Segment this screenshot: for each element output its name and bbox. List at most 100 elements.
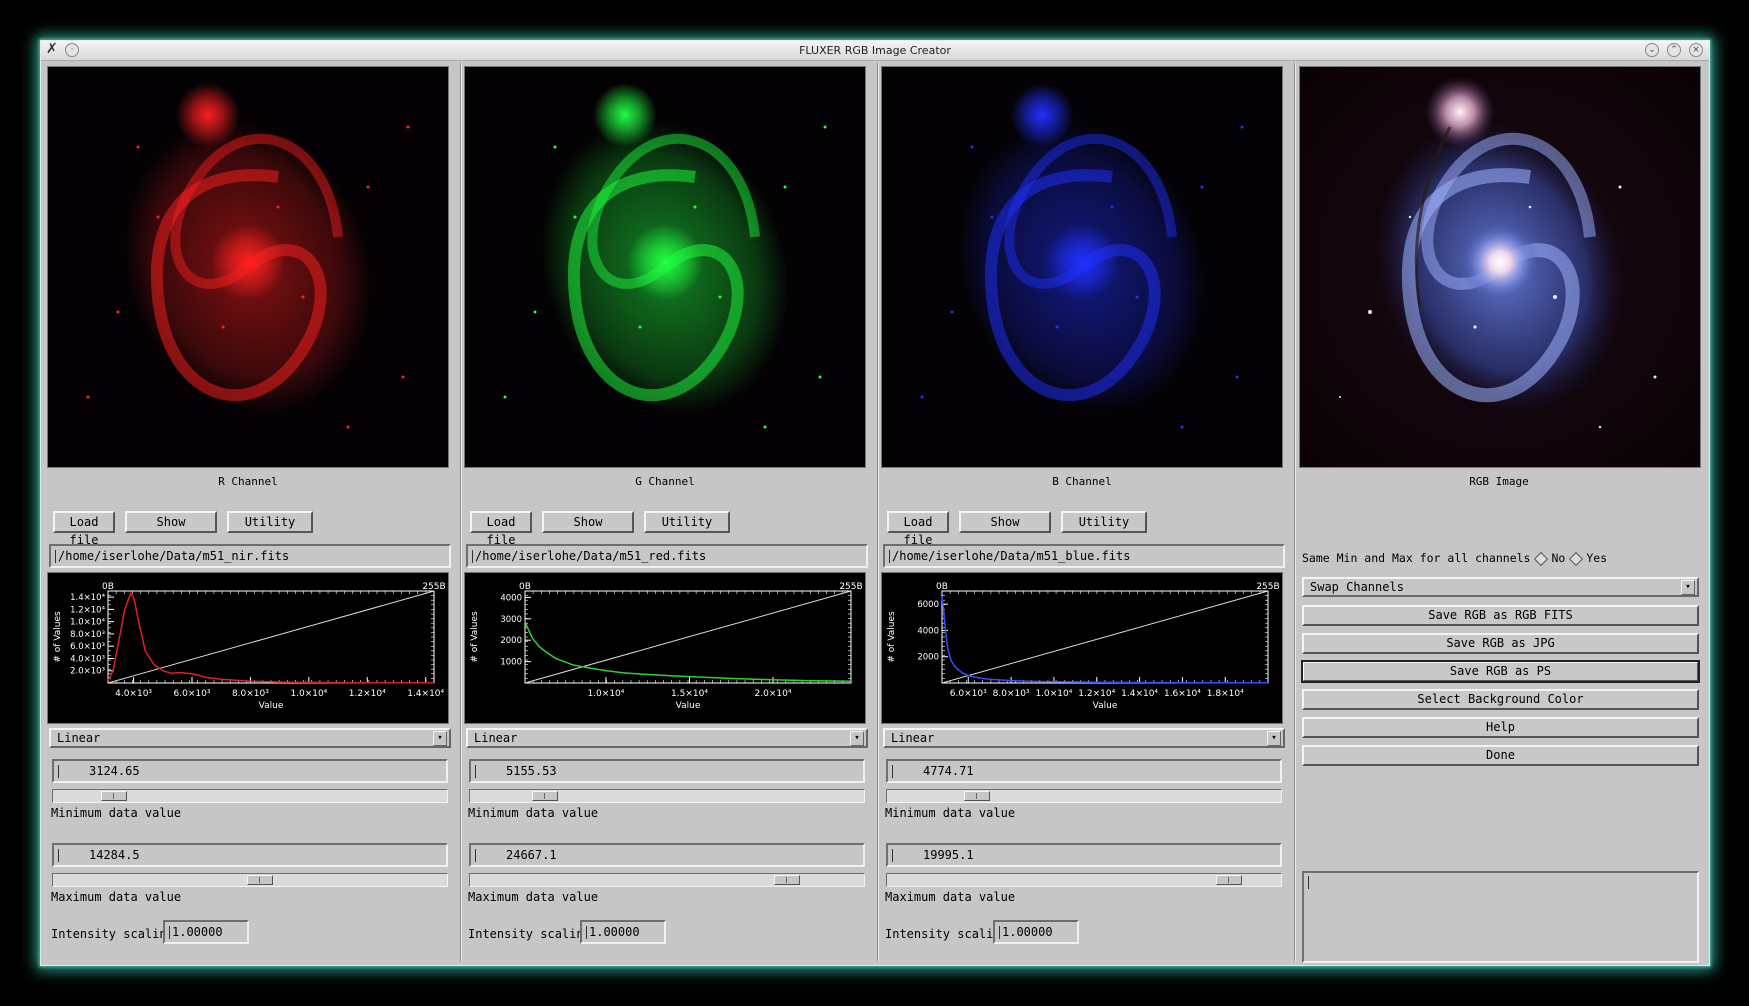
radio-no[interactable] [1534,551,1549,566]
b-scaling-value: Linear [891,731,935,745]
g-show-button[interactable]: Show [542,511,634,533]
r-max-slider[interactable] [52,873,448,887]
g-file-path-field[interactable]: /home/iserlohe/Data/m51_red.fits [466,544,868,568]
swap-channels-dropdown[interactable]: Swap Channels ▾ [1302,577,1699,597]
y-tick-label: 2000 [500,636,522,646]
g-max-slider[interactable] [469,873,865,887]
x-tick-label: 4.0×10³ [115,689,152,699]
r-scaling-dropdown[interactable]: Linear ▾ [49,728,451,748]
select-background-color-button[interactable]: Select Background Color [1302,689,1699,710]
text-cursor [55,550,56,563]
b-min-slider[interactable] [886,789,1282,803]
x-tick-label: 1.0×10⁴ [1035,689,1072,699]
r-min-slider-thumb[interactable] [100,791,127,801]
g-max-label: Maximum data value [468,890,599,904]
g-utility-button[interactable]: Utility [644,511,730,533]
r-show-button[interactable]: Show [125,511,217,533]
minimize-icon[interactable]: ⌄ [1645,43,1659,57]
g-scaling-dropdown[interactable]: Linear ▾ [466,728,868,748]
b-histogram-svg: 6.0×10³ 8.0×10³ 1.0×10⁴ 1.2×10⁴ 1.4×10⁴ 1.6×1… [887,582,1280,711]
message-area[interactable] [1302,871,1699,963]
x-tick-label: 6.0×10³ [950,689,987,699]
top-left-label: 0B [102,582,114,592]
b-min-value-field[interactable]: 4774.71 [886,759,1282,783]
done-button[interactable]: Done [1302,745,1699,766]
top-right-label: 255B [1256,582,1279,592]
star [406,125,410,129]
y-axis-label: # of Values [470,611,480,663]
b-max-slider[interactable] [886,873,1282,887]
star [401,375,405,379]
star [990,215,994,219]
save-rgb-jpg-button[interactable]: Save RGB as JPG [1302,633,1699,654]
rgb-image [1299,66,1701,468]
r-intensity-field[interactable]: 1.00000 [163,920,249,944]
star [1240,125,1244,129]
r-max-value-field[interactable]: 14284.5 [52,843,448,867]
r-max-value: 14284.5 [89,848,140,862]
g-scaling-value: Linear [474,731,518,745]
r-file-path-field[interactable]: /home/iserlohe/Data/m51_nir.fits [49,544,451,568]
b-intensity-field[interactable]: 1.00000 [993,920,1079,944]
r-galaxy-svg [48,67,448,467]
b-min-label: Minimum data value [885,806,1016,820]
b-load-file-button[interactable]: Load file [887,511,949,547]
g-channel-image [464,66,866,468]
r-intensity-value: 1.00000 [172,925,223,939]
g-min-slider-thumb[interactable] [532,791,559,801]
x-tick-label: 1.6×10⁴ [1164,689,1201,699]
r-utility-button[interactable]: Utility [227,511,313,533]
g-histogram: 1.0×10⁴ 1.5×10⁴ 2.0×10⁴ 1000 2000 3000 4000 0B 2… [464,572,866,724]
star [301,295,305,299]
y-tick-label: 4.0×10³ [70,654,105,664]
r-min-label: Minimum data value [51,806,182,820]
text-cursor [475,765,476,778]
star [718,295,722,299]
b-max-value-field[interactable]: 19995.1 [886,843,1282,867]
y-tick-label: 1.4×10⁴ [70,593,105,603]
b-utility-button[interactable]: Utility [1061,511,1147,533]
b-file-path-field[interactable]: /home/iserlohe/Data/m51_blue.fits [883,544,1285,568]
r-min-slider[interactable] [52,789,448,803]
radio-yes[interactable] [1569,551,1584,566]
save-rgb-ps-button[interactable]: Save RGB as PS [1301,660,1700,683]
g-min-slider[interactable] [469,789,865,803]
g-load-file-button[interactable]: Load file [470,511,532,547]
b-show-button[interactable]: Show [959,511,1051,533]
g-channel-caption: G Channel [635,475,695,488]
star [573,215,577,219]
maximize-icon[interactable]: ⌃ [1667,43,1681,57]
y-tick-label: 2.0×10³ [70,667,105,677]
save-rgb-fits-button[interactable]: Save RGB as RGB FITS [1302,605,1699,626]
close-icon[interactable]: × [1689,43,1703,57]
y-tick-label: 2000 [917,653,939,663]
g-max-value-field[interactable]: 24667.1 [469,843,865,867]
g-max-slider-thumb[interactable] [773,875,800,885]
g-intensity-field[interactable]: 1.00000 [580,920,666,944]
x-tick-label: 1.4×10⁴ [407,689,444,699]
text-cursor [892,765,893,778]
b-min-slider-thumb[interactable] [963,791,990,801]
b-scaling-dropdown[interactable]: Linear ▾ [883,728,1285,748]
r-file-path-value: /home/iserlohe/Data/m51_nir.fits [58,549,290,563]
channel-panel-r: R Channel Load file Show Utility /home/i… [43,63,459,961]
b-histogram-series [941,596,1269,684]
channel-panel-g: G Channel Load file Show Utility /home/i… [460,63,876,961]
star [346,425,350,429]
b-max-slider-thumb[interactable] [1216,875,1243,885]
r-load-file-button[interactable]: Load file [53,511,115,547]
help-button[interactable]: Help [1302,717,1699,738]
g-min-value-field[interactable]: 5155.53 [469,759,865,783]
x-axis-label: Value [676,701,701,711]
text-cursor [169,926,170,939]
r-max-slider-thumb[interactable] [246,875,273,885]
dropdown-arrow-icon: ▾ [1267,731,1281,746]
y-tick-label: 1000 [500,658,522,668]
star [366,185,370,189]
y-tick-label: 8.0×10³ [70,630,105,640]
text-cursor [999,926,1000,939]
star [970,145,974,149]
r-min-value-field[interactable]: 3124.65 [52,759,448,783]
star [276,205,280,209]
star [920,395,924,399]
